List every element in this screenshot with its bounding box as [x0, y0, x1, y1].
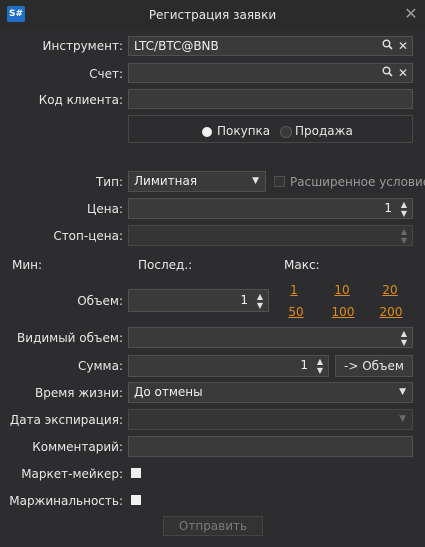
volume-stepper[interactable]: ▲ ▼	[254, 292, 266, 310]
preset-link[interactable]: 50	[284, 305, 308, 319]
search-icon[interactable]	[380, 65, 394, 81]
stop-price-label: Стоп-цена:	[53, 229, 123, 243]
clear-icon[interactable]: ✕	[396, 65, 410, 81]
instrument-value: LTC/BTC@BNB	[134, 39, 219, 53]
type-select[interactable]: Лимитная ▼	[128, 171, 266, 192]
to-volume-button[interactable]: -> Объем	[335, 355, 413, 377]
up-arrow-icon: ▲	[400, 227, 408, 236]
margin-label: Маржинальность:	[9, 494, 123, 508]
instrument-label: Инструмент:	[42, 39, 123, 53]
chevron-down-icon: ▼	[399, 387, 406, 397]
visible-volume-field[interactable]: ▲ ▼	[128, 327, 413, 348]
window-title: Регистрация заявки	[148, 8, 277, 22]
preset-link[interactable]: 10	[330, 283, 354, 297]
up-arrow-icon: ▲	[316, 357, 324, 366]
account-label: Счет:	[89, 67, 123, 81]
margin-checkbox[interactable]	[131, 495, 141, 505]
sell-radio[interactable]	[280, 126, 292, 138]
stop-price-stepper[interactable]: ▲ ▼	[398, 227, 410, 245]
buy-radio[interactable]	[202, 127, 212, 137]
visible-volume-stepper[interactable]: ▲ ▼	[398, 329, 410, 347]
down-arrow-icon: ▼	[400, 209, 408, 218]
extended-condition-label: Расширенное условие	[290, 175, 425, 189]
preset-link[interactable]: 1	[284, 283, 304, 297]
comment-field[interactable]	[128, 436, 413, 457]
price-stepper[interactable]: ▲ ▼	[398, 200, 410, 218]
type-value: Лимитная	[134, 174, 198, 188]
account-field[interactable]: ✕	[128, 63, 413, 83]
down-arrow-icon: ▼	[256, 301, 264, 310]
price-label: Цена:	[87, 202, 123, 216]
volume-label: Объем:	[77, 294, 123, 308]
sum-field[interactable]: 1 ▲ ▼	[128, 355, 329, 377]
clear-icon[interactable]: ✕	[396, 38, 410, 54]
lifetime-label: Время жизни:	[35, 386, 123, 400]
max-label: Макс:	[284, 258, 320, 272]
min-label: Мин:	[12, 258, 43, 272]
up-arrow-icon: ▲	[400, 329, 408, 338]
sum-value: 1	[300, 358, 308, 372]
price-value: 1	[384, 201, 392, 215]
lifetime-value: До отмены	[134, 385, 203, 399]
market-maker-checkbox[interactable]	[131, 468, 141, 478]
expiry-date-label: Дата экспирация:	[9, 413, 123, 427]
down-arrow-icon: ▼	[400, 338, 408, 347]
price-field[interactable]: 1 ▲ ▼	[128, 198, 413, 219]
volume-value: 1	[240, 293, 248, 307]
buy-label[interactable]: Покупка	[217, 124, 270, 138]
side-group	[128, 115, 413, 143]
down-arrow-icon: ▼	[316, 366, 324, 375]
chevron-down-icon: ▼	[252, 176, 259, 186]
sum-label: Сумма:	[78, 359, 123, 373]
stop-price-field[interactable]: ▲ ▼	[128, 225, 413, 246]
preset-link[interactable]: 20	[378, 283, 402, 297]
client-code-field[interactable]	[128, 89, 413, 109]
preset-link[interactable]: 200	[376, 305, 406, 319]
volume-field[interactable]: 1 ▲ ▼	[128, 289, 269, 312]
up-arrow-icon: ▲	[256, 292, 264, 301]
lifetime-select[interactable]: До отмены ▼	[128, 382, 413, 403]
expiry-date-select[interactable]: ▼	[128, 409, 413, 430]
client-code-label: Код клиента:	[38, 93, 123, 107]
type-label: Тип:	[95, 175, 123, 189]
sell-label[interactable]: Продажа	[295, 124, 353, 138]
close-icon[interactable]: ✕	[403, 5, 419, 23]
sum-stepper[interactable]: ▲ ▼	[314, 357, 326, 375]
preset-link[interactable]: 100	[328, 305, 358, 319]
submit-button[interactable]: Отправить	[163, 516, 263, 536]
instrument-field[interactable]: LTC/BTC@BNB ✕	[128, 36, 413, 56]
last-label: Послед.:	[138, 258, 193, 272]
up-arrow-icon: ▲	[400, 200, 408, 209]
market-maker-label: Маркет-мейкер:	[21, 467, 123, 481]
chevron-down-icon: ▼	[399, 414, 406, 424]
extended-condition-checkbox[interactable]	[274, 176, 285, 187]
comment-label: Комментарий:	[32, 440, 123, 454]
search-icon[interactable]	[380, 38, 394, 54]
down-arrow-icon: ▼	[400, 236, 408, 245]
visible-volume-label: Видимый объем:	[17, 331, 123, 345]
